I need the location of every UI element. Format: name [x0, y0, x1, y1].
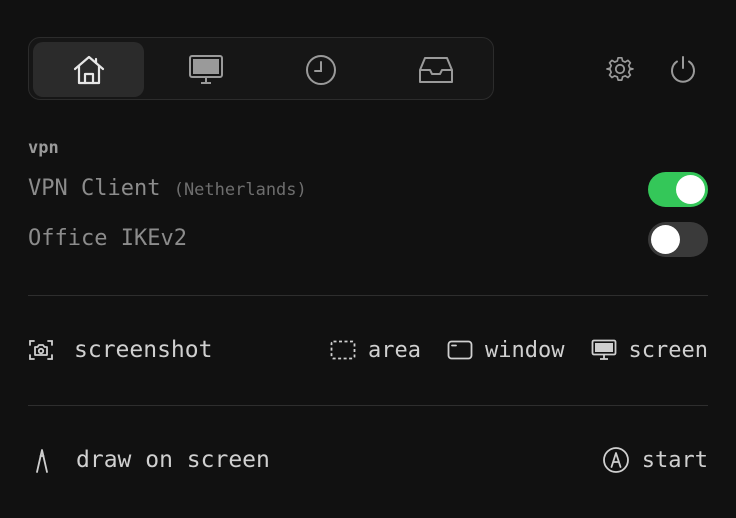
toggle-knob	[651, 225, 680, 254]
screen-label: screen	[628, 337, 708, 363]
vpn-client-toggle[interactable]	[648, 172, 708, 207]
settings-button[interactable]	[604, 53, 636, 85]
clock-icon	[305, 54, 336, 85]
pen-nib-icon	[36, 449, 48, 473]
area-label: area	[368, 337, 422, 363]
home-icon	[73, 55, 104, 84]
screenshot-row: screenshot area window screen	[28, 333, 708, 367]
vpn-item-location: (Netherlands)	[173, 180, 307, 200]
draw-row: draw on screen start	[28, 443, 708, 477]
tab-home[interactable]	[33, 42, 144, 97]
screenshot-window-button[interactable]: window	[447, 337, 565, 363]
power-button[interactable]	[667, 53, 699, 85]
tab-inbox[interactable]	[380, 42, 491, 97]
vpn-item-office-ikev2: Office IKEv2	[28, 222, 708, 258]
tab-history[interactable]	[265, 42, 376, 97]
divider	[28, 295, 708, 296]
monitor-icon	[188, 54, 223, 84]
camera-icon	[29, 340, 53, 360]
toggle-knob	[676, 175, 705, 204]
display-icon	[591, 339, 616, 360]
settings-icon	[606, 56, 634, 81]
screenshot-screen-button[interactable]: screen	[591, 338, 708, 363]
office-ikev2-toggle[interactable]	[648, 222, 708, 257]
screenshot-area-button[interactable]: area	[330, 338, 421, 363]
tab-display[interactable]	[150, 42, 261, 97]
vpn-section-label: vpn	[28, 138, 59, 158]
inbox-icon	[418, 56, 453, 83]
screenshot-label: screenshot	[74, 337, 213, 363]
divider	[28, 405, 708, 406]
vpn-item-vpn-client: VPN Client (Netherlands)	[28, 172, 708, 208]
window-label: window	[485, 337, 565, 363]
tab-bar	[28, 37, 494, 100]
draw-start-button[interactable]: start	[602, 446, 708, 474]
start-label: start	[641, 447, 708, 473]
draw-label: draw on screen	[76, 447, 270, 473]
vpn-item-name: VPN Client	[28, 176, 161, 201]
circled-a-icon	[602, 447, 629, 473]
power-icon	[671, 56, 695, 83]
dashed-rectangle-icon	[330, 340, 356, 360]
window-icon	[447, 340, 473, 360]
vpn-item-name: Office IKEv2	[28, 226, 187, 251]
